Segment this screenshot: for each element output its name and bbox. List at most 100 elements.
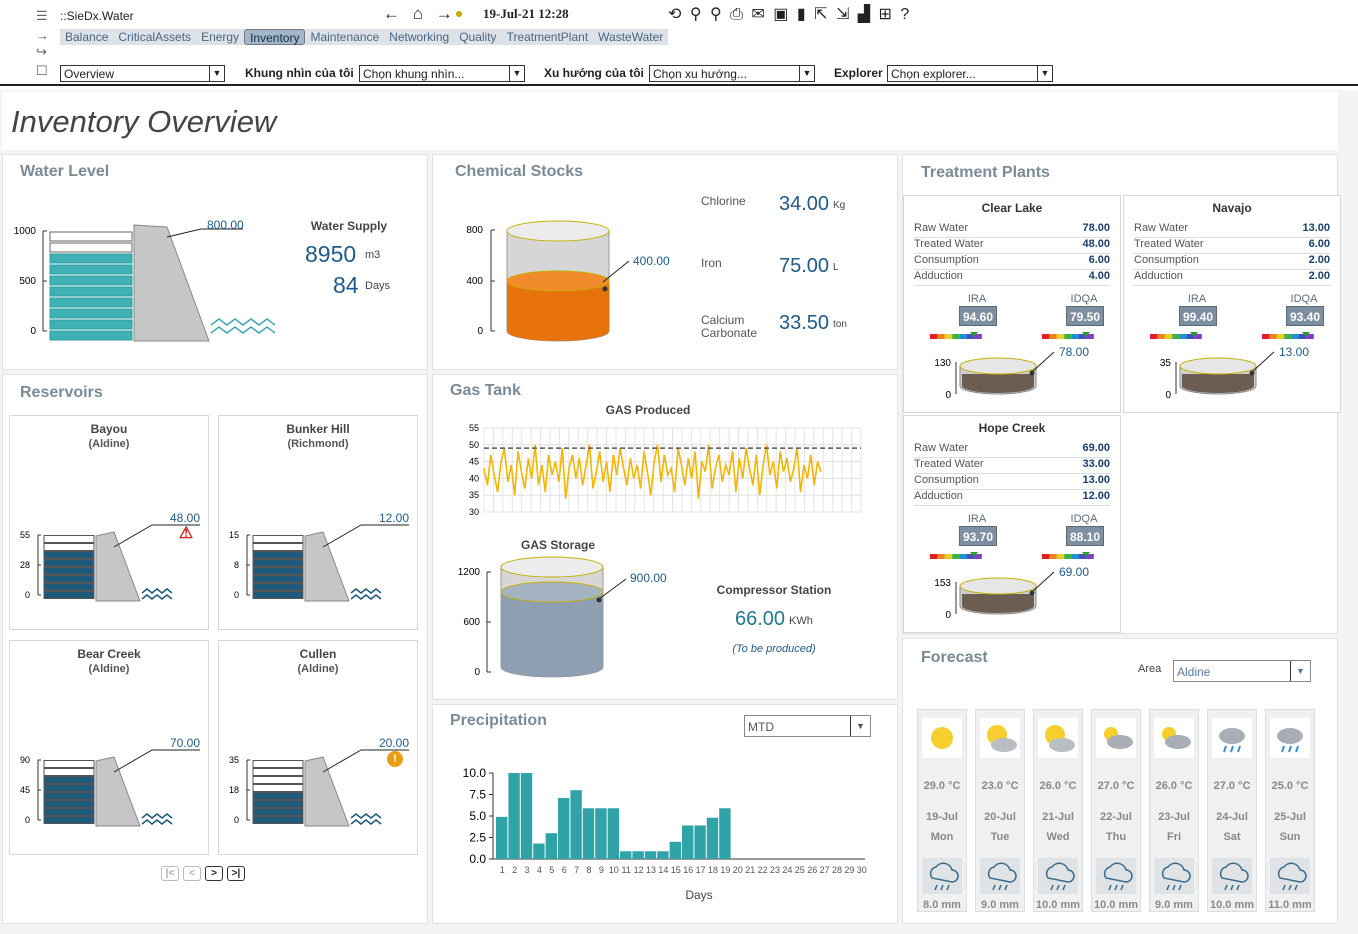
reservoir-area: (Richmond) (287, 438, 349, 450)
level-segment (49, 275, 133, 286)
rain-cloud-icon (980, 858, 1020, 894)
chevron-down-icon[interactable]: ▼ (1290, 661, 1310, 681)
tab-criticalassets[interactable]: CriticalAssets (113, 29, 196, 45)
area-select[interactable]: Aldine ▼ (1173, 660, 1311, 682)
myview-select[interactable]: Chọn khung nhìn... ▼ (359, 65, 525, 82)
precip-bar[interactable] (669, 841, 681, 859)
precip-bar[interactable] (520, 773, 533, 859)
forecast-day[interactable]: 27.0 °C 22-Jul Thu 10.0 mm (1091, 709, 1141, 912)
reservoir-card[interactable]: Cullen (Aldine) 35 18 0 20.00! (218, 640, 418, 855)
explorer-select[interactable]: Chọn explorer... ▼ (887, 65, 1053, 82)
chevron-down-icon[interactable]: ▼ (799, 66, 814, 81)
precip-bar[interactable] (533, 843, 545, 859)
level-segment (252, 551, 304, 559)
tank-top (506, 220, 610, 242)
window-icon[interactable]: ☐ (36, 63, 48, 79)
precip-bar[interactable] (644, 851, 657, 859)
scale-label: 35 (1160, 358, 1172, 369)
forecast-day[interactable]: 23.0 °C 20-Jul Tue 9.0 mm (975, 709, 1025, 912)
panel-title: Treatment Plants (921, 164, 1050, 181)
level-segment (252, 543, 304, 551)
plant-card[interactable]: Hope Creek Raw Water 69.00 Treated Water 33.… (903, 415, 1121, 633)
chevron-down-icon[interactable]: ▼ (509, 66, 524, 81)
idqa-gauge[interactable]: 93.40 (1286, 306, 1324, 326)
metric-label: Adduction (914, 270, 963, 282)
precip-bar[interactable] (620, 851, 632, 859)
precip-bar[interactable] (694, 825, 706, 859)
precip-bar[interactable] (508, 773, 520, 859)
tab-balance[interactable]: Balance (60, 29, 113, 45)
idqa-gauge[interactable]: 79.50 (1066, 306, 1104, 326)
reservoir-card[interactable]: Bear Creek (Aldine) 90 45 0 70.00 (9, 640, 209, 855)
forecast-day[interactable]: 26.0 °C 21-Jul Wed 10.0 mm (1033, 709, 1083, 912)
precip-bar[interactable] (607, 808, 619, 859)
navigation-arrows[interactable]: ← ⌂ → (383, 4, 457, 24)
precip-bar[interactable] (595, 808, 607, 859)
tab-inventory[interactable]: Inventory (244, 29, 306, 45)
partly-cloudy-icon (1154, 718, 1194, 758)
tab-quality[interactable]: Quality (454, 29, 501, 45)
pager-first-button[interactable]: |< (161, 866, 179, 881)
ira-gauge[interactable]: 93.70 (959, 526, 997, 546)
pager-next-button[interactable]: > (205, 866, 223, 881)
chevron-down-icon[interactable]: ▼ (1037, 66, 1052, 81)
toolbar-icons[interactable]: ⟲ ⚲ ⚲ ⎙ ✉ ▣ ▮ ⇱ ⇲ ▟ ⊞ ? (668, 4, 911, 24)
forecast-day[interactable]: 25.0 °C 25-Jul Sun 11.0 mm (1265, 709, 1315, 912)
tab-energy[interactable]: Energy (196, 29, 244, 45)
tank-top (500, 556, 604, 578)
metric-label: Adduction (1134, 270, 1183, 282)
precip-bar[interactable] (582, 808, 595, 859)
precip-bar[interactable] (570, 790, 582, 859)
scale-color-segment (930, 554, 938, 559)
menu-icon[interactable]: ☰ (36, 8, 48, 24)
forecast-day[interactable]: 27.0 °C 24-Jul Sat 10.0 mm (1207, 709, 1257, 912)
tab-networking[interactable]: Networking (384, 29, 454, 45)
trend-select[interactable]: Chọn xu hướng... ▼ (649, 65, 815, 82)
scale-color-segment (1164, 334, 1173, 339)
view-select[interactable]: Overview ▼ (60, 65, 225, 82)
forecast-day[interactable]: 26.0 °C 23-Jul Fri 9.0 mm (1149, 709, 1199, 912)
chemical-value: 34.00 (779, 193, 830, 215)
precip-bar[interactable] (657, 851, 669, 859)
scale-label: 0 (1165, 390, 1171, 401)
precip-bar[interactable] (545, 833, 557, 859)
precip-bar[interactable] (706, 817, 719, 859)
tab-treatmentplant[interactable]: TreatmentPlant (502, 29, 594, 45)
plant-card[interactable]: Clear Lake Raw Water 78.00 Treated Water 48.… (903, 195, 1121, 413)
chevron-down-icon[interactable]: ▼ (209, 66, 224, 81)
period-select[interactable]: MTD ▼ (744, 715, 871, 737)
share-icon[interactable]: ↪ (36, 44, 47, 60)
arrow-right-icon[interactable]: → (36, 28, 49, 43)
chevron-down-icon[interactable]: ▼ (850, 716, 870, 736)
scale-color-segment (952, 334, 960, 339)
tab-maintenance[interactable]: Maintenance (305, 29, 384, 45)
level-leader (322, 524, 409, 548)
reservoir-card[interactable]: Bunker Hill (Richmond) 15 8 0 12.00 (218, 415, 418, 630)
precip-bar[interactable] (682, 825, 694, 859)
precip-bar[interactable] (719, 808, 731, 859)
precip-bar[interactable] (632, 851, 644, 859)
pager-last-button[interactable]: >| (227, 866, 245, 881)
x-tick-label: 23 (770, 865, 780, 875)
pager-prev-button[interactable]: < (183, 866, 201, 881)
plant-metric-row: Raw Water 78.00 (914, 222, 1110, 238)
warning-icon[interactable]: ⚠ (178, 526, 194, 542)
y-tick-label: 30 (469, 507, 479, 517)
precip-bar[interactable] (496, 816, 508, 859)
forecast-day[interactable]: 29.0 °C 19-Jul Mon 8.0 mm (917, 709, 967, 912)
reservoir-card[interactable]: Bayou (Aldine) 55 28 0 48.00 ⚠ (9, 415, 209, 630)
ira-gauge[interactable]: 94.60 (959, 306, 997, 326)
level-segment (252, 768, 304, 776)
info-alert-icon[interactable]: ! (387, 751, 403, 767)
plant-card[interactable]: Navajo Raw Water 13.00 Treated Water 6.00 Con… (1123, 195, 1341, 413)
tab-wastewater[interactable]: WasteWater (593, 29, 668, 45)
metric-value: 4.00 (1088, 270, 1110, 282)
precip-bar[interactable] (558, 797, 570, 859)
idqa-gauge[interactable]: 88.10 (1066, 526, 1104, 546)
chemical-tank (506, 220, 610, 342)
plant-metric-row: Raw Water 69.00 (914, 442, 1110, 458)
plant-graphics: 35 0 13.00 (1150, 332, 1314, 401)
level-segment (252, 583, 304, 591)
liquid-surface (506, 270, 610, 292)
ira-gauge[interactable]: 99.40 (1179, 306, 1217, 326)
